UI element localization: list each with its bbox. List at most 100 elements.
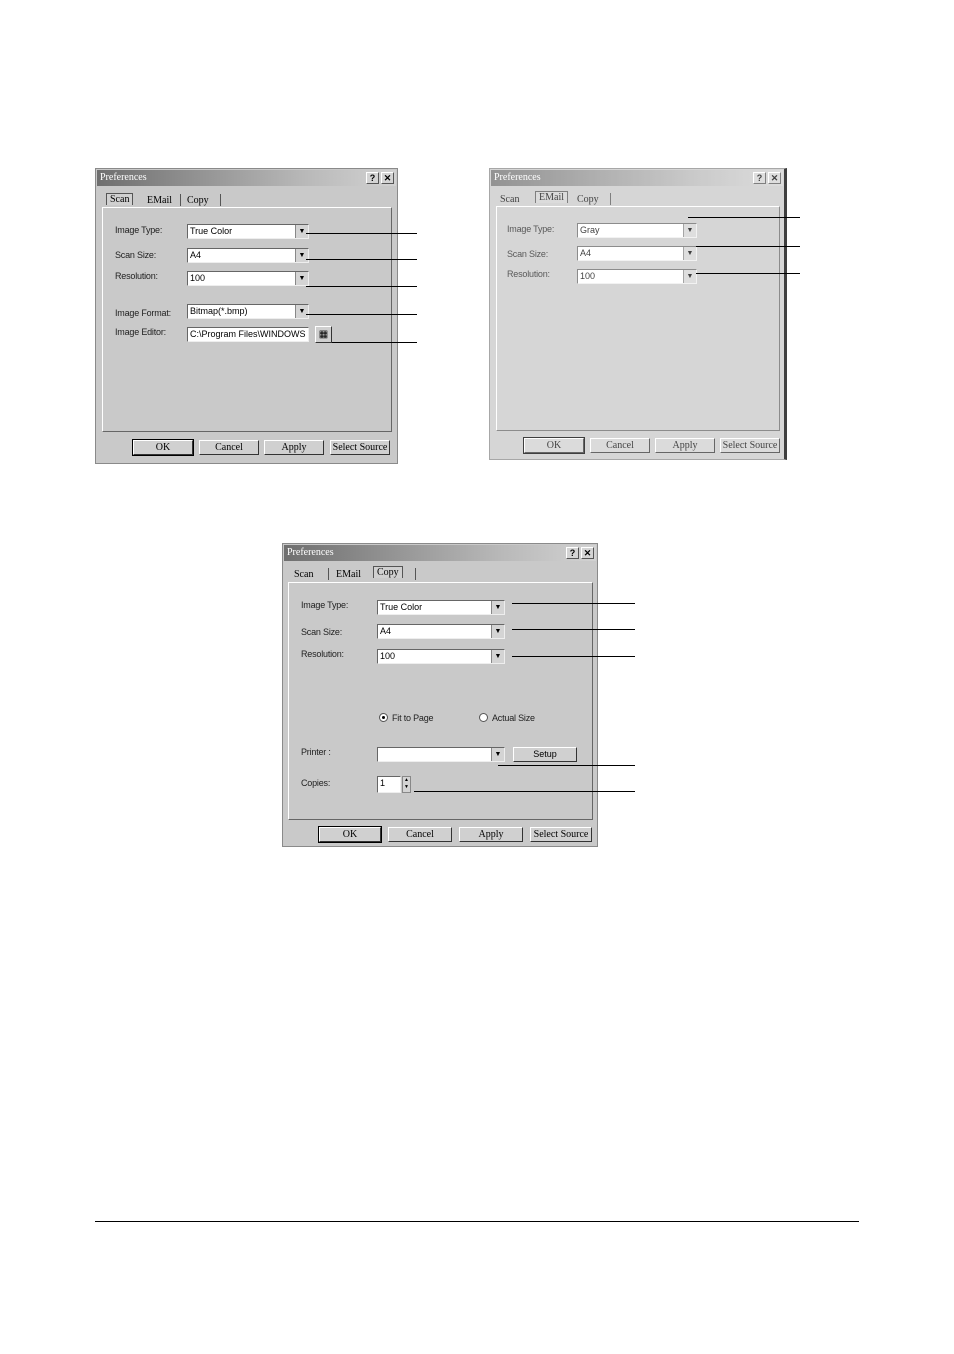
image-type-select[interactable]: Gray ▼ bbox=[577, 223, 697, 238]
dropdown-arrow-icon[interactable]: ▼ bbox=[295, 272, 308, 285]
image-editor-label: Image Editor: bbox=[115, 327, 166, 337]
fit-to-page-radio[interactable] bbox=[379, 713, 388, 722]
apply-button[interactable]: Apply bbox=[264, 440, 324, 455]
copies-value: 1 bbox=[380, 778, 386, 788]
select-source-button[interactable]: Select Source bbox=[330, 440, 390, 455]
image-type-select[interactable]: True Color ▼ bbox=[187, 224, 309, 239]
scan-size-select[interactable]: A4 ▼ bbox=[187, 248, 309, 263]
dropdown-arrow-icon[interactable]: ▼ bbox=[295, 249, 308, 262]
tab-panel bbox=[496, 206, 780, 431]
actual-size-label: Actual Size bbox=[492, 713, 535, 723]
image-format-value: Bitmap(*.bmp) bbox=[190, 306, 248, 316]
dropdown-arrow-icon[interactable]: ▼ bbox=[683, 224, 696, 237]
image-format-label: Image Format: bbox=[115, 308, 171, 318]
dropdown-arrow-icon[interactable]: ▼ bbox=[491, 748, 504, 761]
dropdown-arrow-icon[interactable]: ▼ bbox=[295, 305, 308, 318]
scan-size-select[interactable]: A4 ▼ bbox=[377, 624, 505, 639]
title-bar: Preferences ? ✕ bbox=[284, 545, 596, 561]
ok-button[interactable]: OK bbox=[523, 437, 585, 454]
callout-line bbox=[332, 342, 417, 343]
preferences-dialog-copy: Preferences ? ✕ Scan EMail Copy Image Ty… bbox=[282, 543, 598, 847]
setup-button[interactable]: Setup bbox=[513, 747, 577, 762]
scan-size-value: A4 bbox=[190, 250, 202, 260]
callout-line bbox=[306, 233, 417, 234]
tab-copy[interactable]: Copy bbox=[577, 194, 599, 205]
spin-down-icon[interactable]: ▼ bbox=[403, 784, 410, 791]
resolution-label: Resolution: bbox=[301, 649, 344, 659]
dialog-title: Preferences bbox=[287, 547, 334, 558]
help-icon[interactable]: ? bbox=[566, 547, 579, 559]
printer-label: Printer : bbox=[301, 747, 331, 757]
close-icon[interactable]: ✕ bbox=[581, 547, 594, 559]
callout-line bbox=[498, 765, 635, 766]
tab-panel bbox=[288, 582, 593, 820]
tab-copy[interactable]: Copy bbox=[373, 566, 403, 578]
scan-size-value: A4 bbox=[580, 248, 592, 258]
scan-size-label: Scan Size: bbox=[507, 249, 549, 259]
title-bar: Preferences ? ✕ bbox=[491, 170, 783, 186]
printer-select[interactable]: ▼ bbox=[377, 747, 505, 762]
help-icon[interactable]: ? bbox=[366, 172, 379, 184]
apply-button[interactable]: Apply bbox=[459, 827, 523, 842]
select-source-button[interactable]: Select Source bbox=[530, 827, 592, 842]
callout-line bbox=[696, 273, 800, 274]
cancel-button[interactable]: Cancel bbox=[590, 438, 650, 453]
dropdown-arrow-icon[interactable]: ▼ bbox=[295, 225, 308, 238]
resolution-select[interactable]: 100 ▼ bbox=[187, 271, 309, 286]
callout-line bbox=[512, 603, 635, 604]
ok-button[interactable]: OK bbox=[318, 826, 382, 843]
tab-separator bbox=[328, 568, 329, 580]
copies-input[interactable]: 1 bbox=[377, 776, 401, 793]
tab-email[interactable]: EMail bbox=[147, 195, 172, 206]
resolution-value: 100 bbox=[580, 271, 596, 281]
image-format-select[interactable]: Bitmap(*.bmp) ▼ bbox=[187, 304, 309, 319]
resolution-select[interactable]: 100 ▼ bbox=[377, 649, 505, 664]
tab-email[interactable]: EMail bbox=[336, 569, 361, 580]
copies-stepper[interactable]: ▲ ▼ bbox=[402, 776, 411, 793]
tab-panel bbox=[102, 207, 392, 432]
callout-line bbox=[696, 246, 800, 247]
callout-line bbox=[306, 259, 417, 260]
footer-rule bbox=[95, 1221, 859, 1222]
dialog-title: Preferences bbox=[100, 172, 147, 183]
scan-size-label: Scan Size: bbox=[301, 627, 343, 637]
callout-line bbox=[306, 314, 417, 315]
tab-scan[interactable]: Scan bbox=[500, 194, 519, 205]
dropdown-arrow-icon[interactable]: ▼ bbox=[491, 601, 504, 614]
tab-copy[interactable]: Copy bbox=[187, 195, 209, 206]
tab-separator bbox=[220, 194, 221, 206]
resolution-select[interactable]: 100 ▼ bbox=[577, 269, 697, 284]
dropdown-arrow-icon[interactable]: ▼ bbox=[491, 650, 504, 663]
preferences-dialog-scan: Preferences ? ✕ Scan EMail Copy Image Ty… bbox=[95, 168, 398, 464]
image-editor-field[interactable]: C:\Program Files\WINDOWS bbox=[187, 327, 309, 342]
callout-line bbox=[512, 656, 635, 657]
dropdown-arrow-icon[interactable]: ▼ bbox=[683, 270, 696, 283]
tab-scan[interactable]: Scan bbox=[294, 569, 313, 580]
scan-size-label: Scan Size: bbox=[115, 250, 157, 260]
resolution-value: 100 bbox=[190, 273, 206, 283]
callout-line bbox=[414, 791, 635, 792]
tab-email[interactable]: EMail bbox=[535, 191, 568, 203]
cancel-button[interactable]: Cancel bbox=[199, 440, 259, 455]
title-bar: Preferences ? ✕ bbox=[97, 170, 396, 186]
browse-folder-icon[interactable]: ▦ bbox=[315, 326, 332, 343]
scan-size-select[interactable]: A4 ▼ bbox=[577, 246, 697, 261]
apply-button[interactable]: Apply bbox=[655, 438, 715, 453]
resolution-label: Resolution: bbox=[115, 271, 158, 281]
ok-button[interactable]: OK bbox=[132, 439, 194, 456]
callout-line bbox=[306, 286, 417, 287]
dropdown-arrow-icon[interactable]: ▼ bbox=[683, 247, 696, 260]
image-type-select[interactable]: True Color ▼ bbox=[377, 600, 505, 615]
close-icon[interactable]: ✕ bbox=[768, 172, 781, 184]
fit-to-page-label: Fit to Page bbox=[392, 713, 434, 723]
dialog-title: Preferences bbox=[494, 172, 541, 183]
tab-scan[interactable]: Scan bbox=[106, 193, 134, 205]
close-icon[interactable]: ✕ bbox=[381, 172, 394, 184]
cancel-button[interactable]: Cancel bbox=[388, 827, 452, 842]
actual-size-radio[interactable] bbox=[479, 713, 488, 722]
spin-up-icon[interactable]: ▲ bbox=[403, 777, 410, 784]
select-source-button[interactable]: Select Source bbox=[720, 438, 780, 453]
dropdown-arrow-icon[interactable]: ▼ bbox=[491, 625, 504, 638]
scan-size-value: A4 bbox=[380, 626, 392, 636]
help-icon[interactable]: ? bbox=[753, 172, 766, 184]
